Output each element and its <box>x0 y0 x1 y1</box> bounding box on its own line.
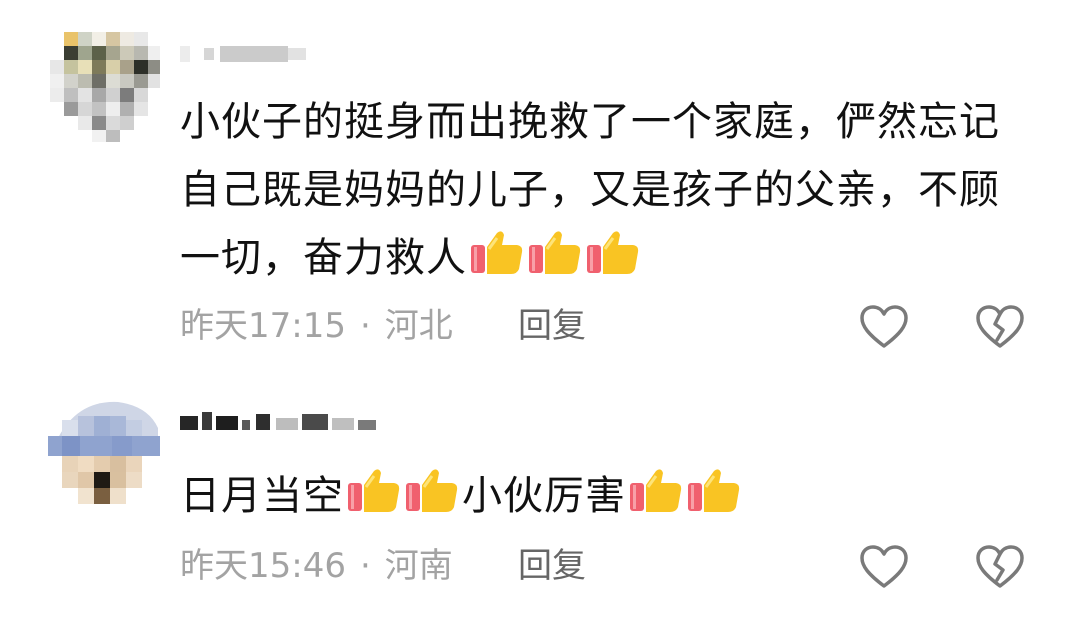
comment-location: 河南 <box>384 546 453 586</box>
comment-text-part-1: 日月当空 <box>180 473 344 519</box>
comment-location: 河北 <box>384 306 453 346</box>
comment-text: 小伙子的挺身而出挽救了一个家庭，俨然忘记自己既是妈妈的儿子，又是孩子的父亲，不顾… <box>180 88 1040 292</box>
meta-separator: · <box>359 546 371 586</box>
broken-heart-outline-icon[interactable] <box>974 304 1026 350</box>
comment-meta: 昨天17:15 · 河北 <box>180 304 453 348</box>
thumbs-up-icon <box>630 469 682 512</box>
comment-time: 昨天17:15 <box>180 306 346 346</box>
thumbs-up-icon <box>587 231 639 274</box>
thumbs-up-icon <box>406 469 458 512</box>
thumbs-up-emoji-group <box>628 467 744 515</box>
comment-time: 昨天15:46 <box>180 546 346 586</box>
thumbs-up-icon <box>688 469 740 512</box>
reply-button[interactable]: 回复 <box>518 544 586 588</box>
thumbs-up-icon <box>471 231 523 274</box>
comment-item: 小伙子的挺身而出挽救了一个家庭，俨然忘记自己既是妈妈的儿子，又是孩子的父亲，不顾… <box>0 0 1080 380</box>
thumbs-up-icon <box>529 231 581 274</box>
username-blurred[interactable] <box>180 410 400 430</box>
comment-text-part-2: 小伙厉害 <box>462 473 626 519</box>
thumbs-up-icon <box>348 469 400 512</box>
heart-outline-icon[interactable] <box>858 304 910 350</box>
broken-heart-outline-icon[interactable] <box>974 544 1026 590</box>
comment-meta: 昨天15:46 · 河南 <box>180 544 453 588</box>
thumbs-up-emoji-group <box>346 467 462 515</box>
heart-outline-icon[interactable] <box>858 544 910 590</box>
meta-separator: · <box>359 306 371 346</box>
avatar[interactable] <box>48 30 160 142</box>
thumbs-up-emoji-group <box>469 229 643 277</box>
reply-button[interactable]: 回复 <box>518 304 586 348</box>
username-blurred[interactable] <box>180 44 336 64</box>
comment-text: 日月当空 小伙厉害 <box>180 462 1040 530</box>
comment-item: 日月当空 小伙厉害 昨天15:46 · 河南 回复 <box>0 380 1080 618</box>
avatar[interactable] <box>48 398 160 510</box>
